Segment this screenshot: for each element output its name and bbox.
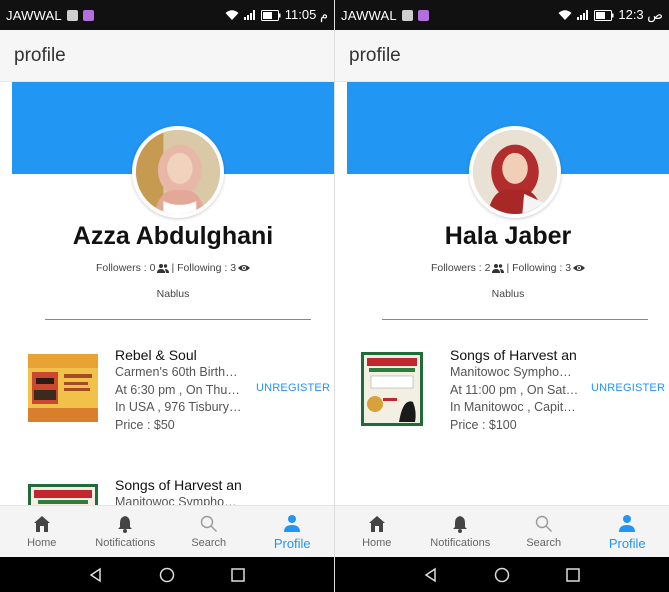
battery-icon [594, 9, 614, 21]
nav-notifications[interactable]: Notifications [419, 506, 503, 557]
bell-icon [453, 516, 468, 533]
signal-icon [577, 10, 589, 20]
home-icon [368, 516, 385, 532]
bottom-navigation: Home Notifications Search Profile [0, 505, 334, 557]
eye-icon [238, 265, 251, 271]
profile-name: Hala Jaber [444, 222, 572, 250]
status-time: 11:05 م [284, 7, 328, 22]
search-icon [535, 515, 552, 532]
nav-profile[interactable]: Profile [251, 506, 335, 557]
event-location: In Manitowoc , Capit… [450, 400, 576, 414]
home-circle-icon[interactable] [158, 566, 176, 584]
nav-home-label: Home [362, 537, 392, 549]
nav-notifications-label: Notifications [430, 537, 491, 549]
nav-search-label: Search [191, 537, 227, 549]
nav-profile[interactable]: Profile [586, 506, 669, 557]
event-price: Price : $100 [450, 417, 517, 432]
follow-stats: Followers : 0 | Following : 3 [12, 262, 334, 274]
system-navigation-bar [335, 557, 669, 592]
carrier-name: JAWWAL [6, 7, 62, 23]
app-bar-title: profile [335, 30, 669, 82]
event-title: Rebel & Soul [115, 347, 197, 363]
battery-icon [260, 9, 281, 21]
profile-name: Azza Abdulghani [72, 222, 274, 250]
nav-home-label: Home [27, 537, 57, 549]
notification-icon [401, 9, 413, 21]
followers-count[interactable]: Followers : 2 [431, 262, 491, 274]
signal-icon [243, 10, 255, 20]
event-description: Carmen's 60th Birth… [115, 365, 238, 379]
event-location: In USA , 976 Tisbury… [115, 400, 242, 414]
profile-city: Nablus [156, 288, 190, 300]
nav-notifications[interactable]: Notifications [84, 506, 168, 557]
app-notification-icon [82, 9, 94, 21]
status-bar: JAWWAL 11:05 م [0, 0, 334, 30]
nav-profile-label: Profile [608, 535, 646, 551]
recents-icon[interactable] [564, 566, 582, 584]
event-card[interactable]: Rebel & Soul Carmen's 60th Birth… At 6:3… [12, 346, 334, 436]
status-bar: JAWWAL 12:3 ص [335, 0, 669, 30]
event-description: Manitowoc Sympho… [450, 365, 572, 379]
divider [45, 319, 311, 320]
search-icon [200, 515, 217, 532]
event-card[interactable]: Songs of Harvest an Manitowoc Sympho… At… [347, 346, 669, 436]
event-title: Songs of Harvest an [450, 347, 577, 363]
divider [382, 319, 648, 320]
home-icon [33, 516, 50, 532]
status-time: 12:3 ص [618, 7, 663, 22]
event-thumbnail[interactable] [361, 352, 423, 426]
following-count[interactable]: | Following : 3 [506, 262, 571, 274]
bottom-navigation: Home Notifications Search Profile [335, 505, 669, 557]
profile-city: Nablus [491, 288, 525, 300]
app-notification-icon [417, 9, 429, 21]
follow-stats: Followers : 2 | Following : 3 [347, 262, 669, 274]
carrier-name: JAWWAL [341, 7, 397, 23]
nav-search[interactable]: Search [502, 506, 586, 557]
event-thumbnail[interactable] [28, 354, 98, 422]
nav-search[interactable]: Search [167, 506, 251, 557]
bell-icon [118, 516, 133, 533]
screen-left: JAWWAL 11:05 م profile Azza Abdulghani F… [0, 0, 334, 592]
people-icon [157, 264, 170, 273]
system-navigation-bar [0, 557, 334, 592]
app-bar-title: profile [0, 30, 334, 82]
following-count[interactable]: | Following : 3 [171, 262, 236, 274]
nav-profile-label: Profile [273, 535, 311, 551]
back-icon[interactable] [87, 566, 105, 584]
people-icon [492, 264, 505, 273]
wifi-icon [558, 10, 572, 20]
event-time: At 11:00 pm , On Sat… [450, 382, 579, 397]
unregister-button[interactable]: UNREGISTER [256, 382, 330, 394]
nav-search-label: Search [526, 537, 562, 549]
screen-right: JAWWAL 12:3 ص profile Hala Jaber Followe… [335, 0, 669, 592]
unregister-button[interactable]: UNREGISTER [591, 382, 665, 394]
recents-icon[interactable] [229, 566, 247, 584]
event-price: Price : $50 [115, 417, 175, 432]
nav-notifications-label: Notifications [95, 537, 156, 549]
followers-count[interactable]: Followers : 0 [96, 262, 156, 274]
back-icon[interactable] [422, 566, 440, 584]
nav-home[interactable]: Home [335, 506, 419, 557]
notification-icon [66, 9, 78, 21]
avatar[interactable] [132, 126, 224, 218]
event-time: At 6:30 pm , On Thu… [115, 382, 240, 397]
eye-icon [573, 265, 586, 271]
home-circle-icon[interactable] [493, 566, 511, 584]
event-title: Songs of Harvest an [115, 477, 242, 493]
wifi-icon [225, 10, 239, 20]
avatar[interactable] [469, 126, 561, 218]
person-icon [284, 514, 301, 532]
nav-home[interactable]: Home [0, 506, 84, 557]
person-icon [619, 514, 636, 532]
